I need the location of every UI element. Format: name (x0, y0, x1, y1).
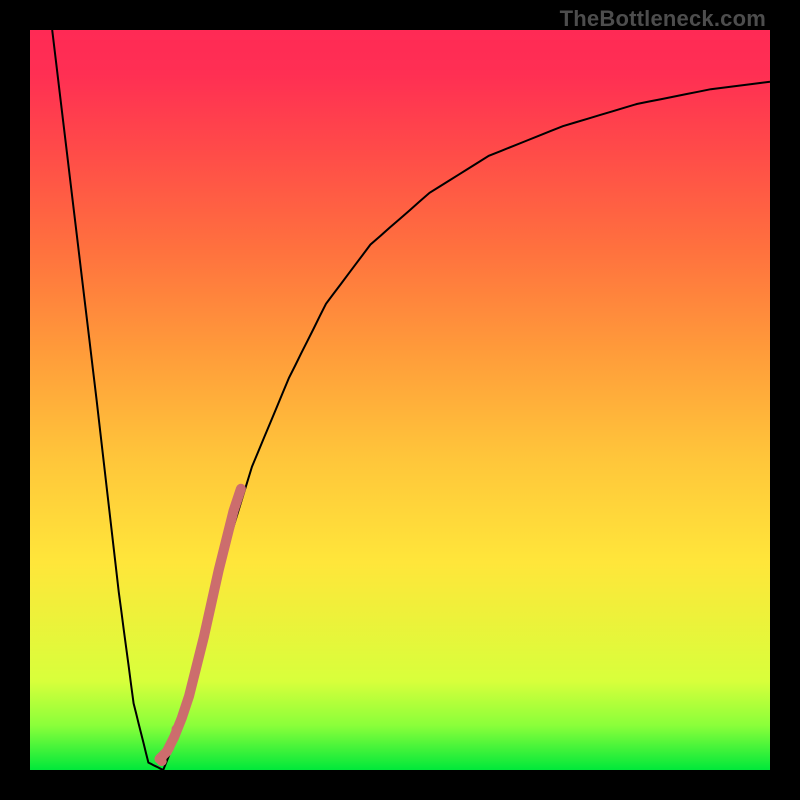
marker-group (157, 724, 182, 766)
chart-svg (30, 30, 770, 770)
dot-c (172, 724, 182, 734)
chart-container: TheBottleneck.com (0, 0, 800, 800)
bottleneck-curve (52, 30, 770, 770)
plot-area (30, 30, 770, 770)
dot-b (164, 743, 174, 753)
watermark-text: TheBottleneck.com (560, 6, 766, 32)
dot-a (157, 756, 167, 766)
highlight-segment (160, 489, 241, 759)
